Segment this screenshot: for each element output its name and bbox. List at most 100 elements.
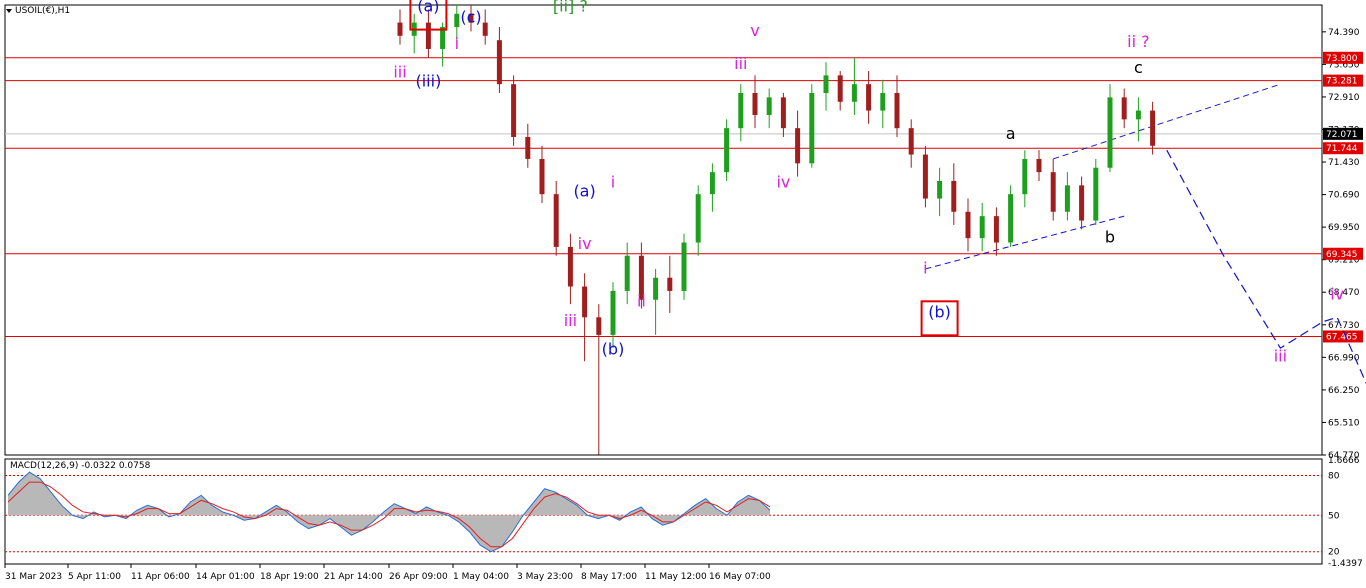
candle-body: [1022, 158, 1028, 195]
candle-body: [752, 92, 758, 115]
candle-body: [511, 84, 517, 137]
candle-body: [496, 40, 502, 85]
level-price-label: 67.465: [1326, 332, 1358, 342]
current-price-label: 72.071: [1326, 130, 1358, 140]
candle-body: [681, 242, 687, 291]
time-tick-label: 1 May 04:00: [453, 572, 509, 582]
macd-tick-label: 50: [1328, 511, 1340, 521]
candle-body: [397, 22, 403, 36]
wave-label: ii ?: [1127, 32, 1149, 51]
price-tick-label: 69.950: [1328, 223, 1360, 233]
candle-body: [667, 277, 673, 291]
wave-label: (a): [417, 0, 439, 16]
time-tick-label: 16 May 07:00: [709, 572, 771, 582]
candle-body: [937, 180, 943, 199]
wave-label: iii: [734, 54, 747, 73]
level-price-label: 73.281: [1326, 77, 1358, 87]
time-tick-label: 26 Apr 09:00: [389, 572, 448, 582]
candle-body: [837, 75, 843, 102]
time-tick-label: 11 May 12:00: [645, 572, 707, 582]
candle-body: [894, 92, 900, 129]
wave-label: [ii] ?: [553, 0, 588, 16]
wave-label: iii: [393, 63, 406, 82]
wave-label: b: [1105, 228, 1115, 247]
price-tick-label: 72.910: [1328, 93, 1360, 103]
level-price-label: 69.345: [1326, 250, 1358, 260]
price-tick-label: 71.430: [1328, 158, 1360, 168]
wave-label: v: [750, 21, 759, 40]
candle-body: [922, 154, 928, 199]
candle-body: [809, 92, 815, 164]
candle-body: [866, 84, 872, 111]
macd-histogram: [8, 472, 770, 552]
candle-body: [1135, 110, 1141, 120]
candle-body: [525, 136, 531, 159]
wave-label: i: [455, 34, 459, 53]
candle-body: [653, 277, 659, 300]
candle-body: [425, 22, 431, 49]
candle-body: [908, 128, 914, 155]
candle-body: [979, 216, 985, 239]
candle-body: [766, 97, 772, 115]
macd-tick-label: 1.6666: [1328, 456, 1360, 466]
time-tick-label: 3 May 23:00: [517, 572, 573, 582]
wave-label: i: [611, 173, 615, 192]
candle-body: [780, 97, 786, 129]
macd-tick-label: -1.4397: [1328, 559, 1363, 569]
wave-label: ii: [637, 291, 646, 310]
candle-body: [880, 92, 886, 111]
time-tick-label: 14 Apr 01:00: [196, 572, 255, 582]
candle-body: [951, 180, 957, 212]
candle-body: [1079, 185, 1085, 221]
candle-body: [482, 22, 488, 36]
candle-body: [1121, 97, 1127, 120]
wave-label: (b): [928, 302, 951, 321]
wave-label: (iii): [415, 71, 441, 90]
macd-tick-label: 80: [1328, 471, 1340, 481]
candle-body: [1008, 194, 1014, 243]
candle-body: [965, 211, 971, 239]
wave-label: iii: [1274, 346, 1287, 365]
price-tick-label: 66.250: [1328, 386, 1360, 396]
candle-body: [1093, 167, 1099, 221]
price-tick-label: 70.690: [1328, 191, 1360, 201]
candle-body: [539, 158, 545, 195]
candle-body: [993, 216, 999, 243]
candle-body: [1150, 110, 1156, 146]
candle-body: [709, 172, 715, 195]
candle-body: [553, 194, 559, 247]
candle-body: [582, 286, 588, 318]
time-tick-label: 11 Apr 06:00: [131, 572, 190, 582]
candle-body: [795, 128, 801, 164]
candle-body: [596, 317, 602, 335]
price-tick-label: 65.510: [1328, 418, 1360, 428]
price-tick-label: 67.730: [1328, 321, 1360, 331]
candle-body: [738, 92, 744, 129]
wave-label: a: [1006, 124, 1016, 143]
candle-body: [1107, 97, 1113, 168]
candle-body: [1036, 158, 1042, 173]
wave-label: iv: [1330, 285, 1344, 304]
price-chart[interactable]: 74.39073.65072.91072.17071.43070.69069.9…: [0, 0, 1366, 588]
time-tick-label: 18 Apr 19:00: [260, 572, 319, 582]
candle-body: [724, 128, 730, 173]
time-tick-label: 8 May 17:00: [581, 572, 637, 582]
candle-body: [851, 84, 857, 102]
wave-label: iv: [578, 234, 592, 253]
time-tick-label: 5 Apr 11:00: [68, 572, 121, 582]
wave-label: c: [1134, 58, 1143, 77]
price-pane-frame: [4, 4, 1323, 456]
wave-label: iii: [564, 311, 577, 330]
candle-body: [610, 290, 616, 335]
price-tick-label: 74.390: [1328, 28, 1360, 38]
time-tick-label: 31 Mar 2023: [5, 572, 62, 582]
wave-label: (c): [460, 8, 481, 27]
candle-body: [823, 75, 829, 93]
candle-body: [624, 255, 630, 291]
wave-label: (a): [573, 181, 595, 200]
candle-body: [1050, 172, 1056, 212]
candle-body: [567, 246, 573, 287]
macd-tick-label: 20: [1328, 548, 1340, 558]
level-price-label: 71.744: [1326, 144, 1358, 154]
channel-lower-line: [925, 215, 1125, 270]
